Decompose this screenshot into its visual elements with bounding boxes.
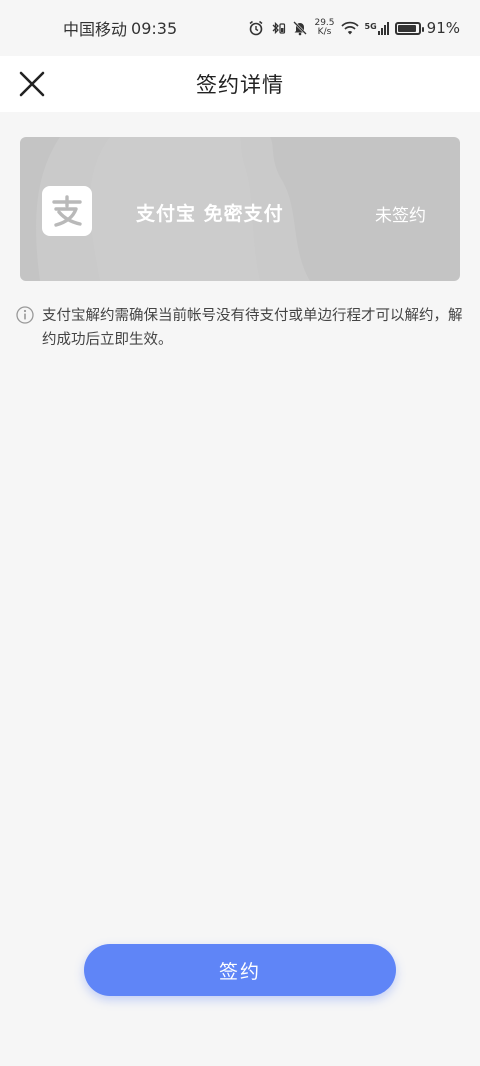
- navigation-bar: 签约详情: [0, 56, 480, 112]
- notice: 支付宝解约需确保当前帐号没有待支付或单边行程才可以解约，解约成功后立即生效。: [16, 304, 466, 352]
- contract-status: 未签约: [375, 206, 426, 226]
- battery-icon: [394, 21, 424, 35]
- notice-text: 支付宝解约需确保当前帐号没有待支付或单边行程才可以解约，解约成功后立即生效。: [42, 308, 463, 348]
- alipay-contract-card: 支付宝 免密支付 未签约: [20, 137, 460, 281]
- clock: 09:35: [131, 18, 178, 38]
- close-icon: [19, 71, 45, 97]
- carrier-name: 中国移动: [63, 20, 128, 39]
- alipay-logo-icon: [42, 186, 92, 236]
- close-button[interactable]: [14, 66, 50, 102]
- network-speed: 29.5 K/s: [314, 18, 335, 37]
- mute-bell-icon: [293, 21, 308, 36]
- wifi-icon: [340, 21, 359, 35]
- bluetooth-battery-icon: [273, 21, 286, 35]
- sign-button[interactable]: 签约: [84, 944, 396, 996]
- cellular-signal-icon: 5G: [365, 21, 389, 35]
- battery-percent: 91%: [426, 19, 460, 37]
- page-title: 签约详情: [196, 73, 284, 97]
- alarm-icon: [250, 20, 263, 36]
- card-title: 支付宝 免密支付: [136, 203, 284, 225]
- status-bar: 中国移动 09:35 29.5 K/s 5G 91%: [0, 0, 480, 56]
- info-icon: [16, 306, 34, 324]
